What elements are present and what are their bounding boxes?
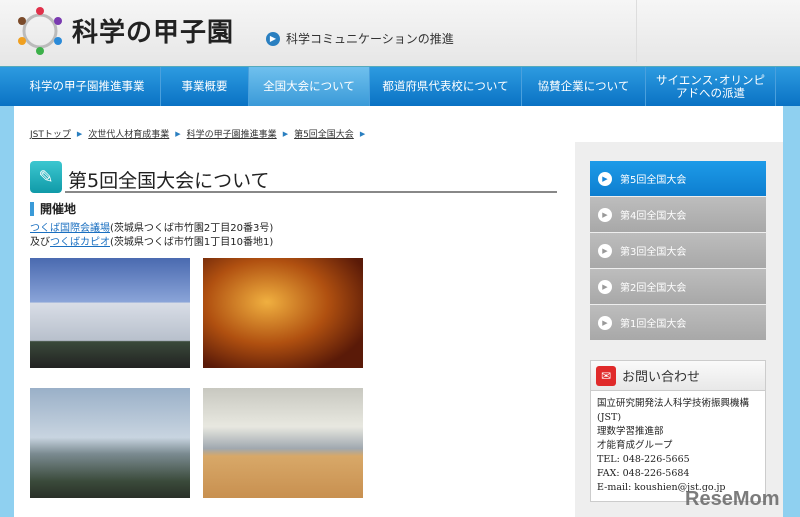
main-nav: 科学の甲子園推進事業 事業概要 全国大会について 都道府県代表校について 協賛企… bbox=[0, 66, 800, 106]
contact-title: お問い合わせ bbox=[622, 370, 701, 385]
sidebar-item-1st[interactable]: ▶ 第1回全国大会 bbox=[590, 305, 766, 340]
breadcrumb-koshien[interactable]: 科学の甲子園推進事業 bbox=[187, 127, 277, 140]
sidebar-item-label: 第4回全国大会 bbox=[620, 211, 687, 222]
logo-icon bbox=[18, 7, 62, 55]
venue1-link[interactable]: つくば国際会議場 bbox=[30, 223, 110, 234]
contact-org: 国立研究開発法人科学技術振興機構(JST) bbox=[597, 398, 750, 423]
contact-box: ✉ お問い合わせ 国立研究開発法人科学技術振興機構(JST) 理数学習推進部 才能… bbox=[590, 360, 766, 502]
contact-tel: TEL: 048-226-5665 bbox=[597, 454, 690, 465]
nav-item-schools[interactable]: 都道府県代表校について bbox=[370, 67, 522, 106]
arrow-icon: ▶ bbox=[598, 315, 612, 330]
photo-conference-center-exterior bbox=[30, 258, 190, 368]
sidebar-item-5th[interactable]: ▶ 第5回全国大会 bbox=[590, 161, 766, 196]
venue-address: つくば国際会議場(茨城県つくば市竹園2丁目20番3号) 及びつくばカピオ(茨城県… bbox=[30, 222, 273, 250]
contact-header: ✉ お問い合わせ bbox=[591, 361, 765, 391]
sidebar-item-label: 第1回全国大会 bbox=[620, 319, 687, 330]
nav-item-promotion[interactable]: 科学の甲子園推進事業 bbox=[14, 67, 161, 106]
sidebar-item-label: 第5回全国大会 bbox=[620, 175, 687, 186]
nav-item-olympiad[interactable]: サイエンス･オリンピアドへの派遣 bbox=[646, 67, 776, 106]
nav-item-overview[interactable]: 事業概要 bbox=[161, 67, 249, 106]
tagline-link[interactable]: ▶ 科学コミュニケーションの推進 bbox=[266, 30, 454, 47]
section-heading: 開催地 bbox=[30, 202, 76, 216]
party-popper-icon: ✎ bbox=[30, 161, 62, 193]
photo-capio-arena bbox=[203, 388, 363, 498]
divider bbox=[636, 0, 637, 62]
page-title: 第5回全国大会について bbox=[68, 170, 270, 192]
breadcrumb-jst[interactable]: JSTトップ bbox=[30, 127, 71, 140]
arrow-icon: ▶ bbox=[282, 129, 289, 138]
site-header: 科学の甲子園 ▶ 科学コミュニケーションの推進 bbox=[0, 0, 800, 66]
sidebar-item-label: 第2回全国大会 bbox=[620, 283, 687, 294]
sidebar-item-4th[interactable]: ▶ 第4回全国大会 bbox=[590, 197, 766, 232]
arrow-icon: ▶ bbox=[598, 171, 612, 186]
photo-conference-hall-interior bbox=[203, 258, 363, 368]
breadcrumb-next-gen[interactable]: 次世代人材育成事業 bbox=[88, 127, 169, 140]
mail-icon: ✉ bbox=[596, 365, 616, 386]
venue2-prefix: 及び bbox=[30, 237, 50, 248]
arrow-icon: ▶ bbox=[598, 207, 612, 222]
sidebar-item-label: 第3回全国大会 bbox=[620, 247, 687, 258]
tagline-text: 科学コミュニケーションの推進 bbox=[286, 32, 454, 46]
sidebar-item-2nd[interactable]: ▶ 第2回全国大会 bbox=[590, 269, 766, 304]
arrow-icon: ▶ bbox=[598, 279, 612, 294]
sidebar-item-3rd[interactable]: ▶ 第3回全国大会 bbox=[590, 233, 766, 268]
arrow-icon: ▶ bbox=[598, 243, 612, 258]
breadcrumb-5th[interactable]: 第5回全国大会 bbox=[294, 127, 354, 140]
arrow-icon: ▶ bbox=[266, 31, 280, 46]
venue2-link[interactable]: つくばカピオ bbox=[50, 237, 110, 248]
nav-item-sponsors[interactable]: 協賛企業について bbox=[522, 67, 646, 106]
title-underline bbox=[65, 191, 557, 193]
breadcrumb: JSTトップ ▶ 次世代人材育成事業 ▶ 科学の甲子園推進事業 ▶ 第5回全国大会 ▶ bbox=[30, 127, 366, 141]
contact-body: 国立研究開発法人科学技術振興機構(JST) 理数学習推進部 才能育成グループ T… bbox=[591, 391, 765, 501]
contact-dept: 理数学習推進部 bbox=[597, 426, 664, 437]
contact-group: 才能育成グループ bbox=[597, 440, 673, 451]
arrow-icon: ▶ bbox=[359, 129, 366, 138]
arrow-icon: ▶ bbox=[175, 129, 181, 138]
nav-item-national[interactable]: 全国大会について bbox=[249, 67, 370, 106]
site-logo[interactable]: 科学の甲子園 bbox=[72, 12, 234, 49]
venue1-address: (茨城県つくば市竹園2丁目20番3号) bbox=[110, 223, 274, 234]
arrow-icon: ▶ bbox=[76, 129, 83, 138]
venue2-address: (茨城県つくば市竹園1丁目10番地1) bbox=[110, 237, 274, 248]
photo-capio-exterior bbox=[30, 388, 190, 498]
watermark: ReseMom bbox=[685, 488, 780, 510]
contact-fax: FAX: 048-226-5684 bbox=[597, 468, 690, 479]
